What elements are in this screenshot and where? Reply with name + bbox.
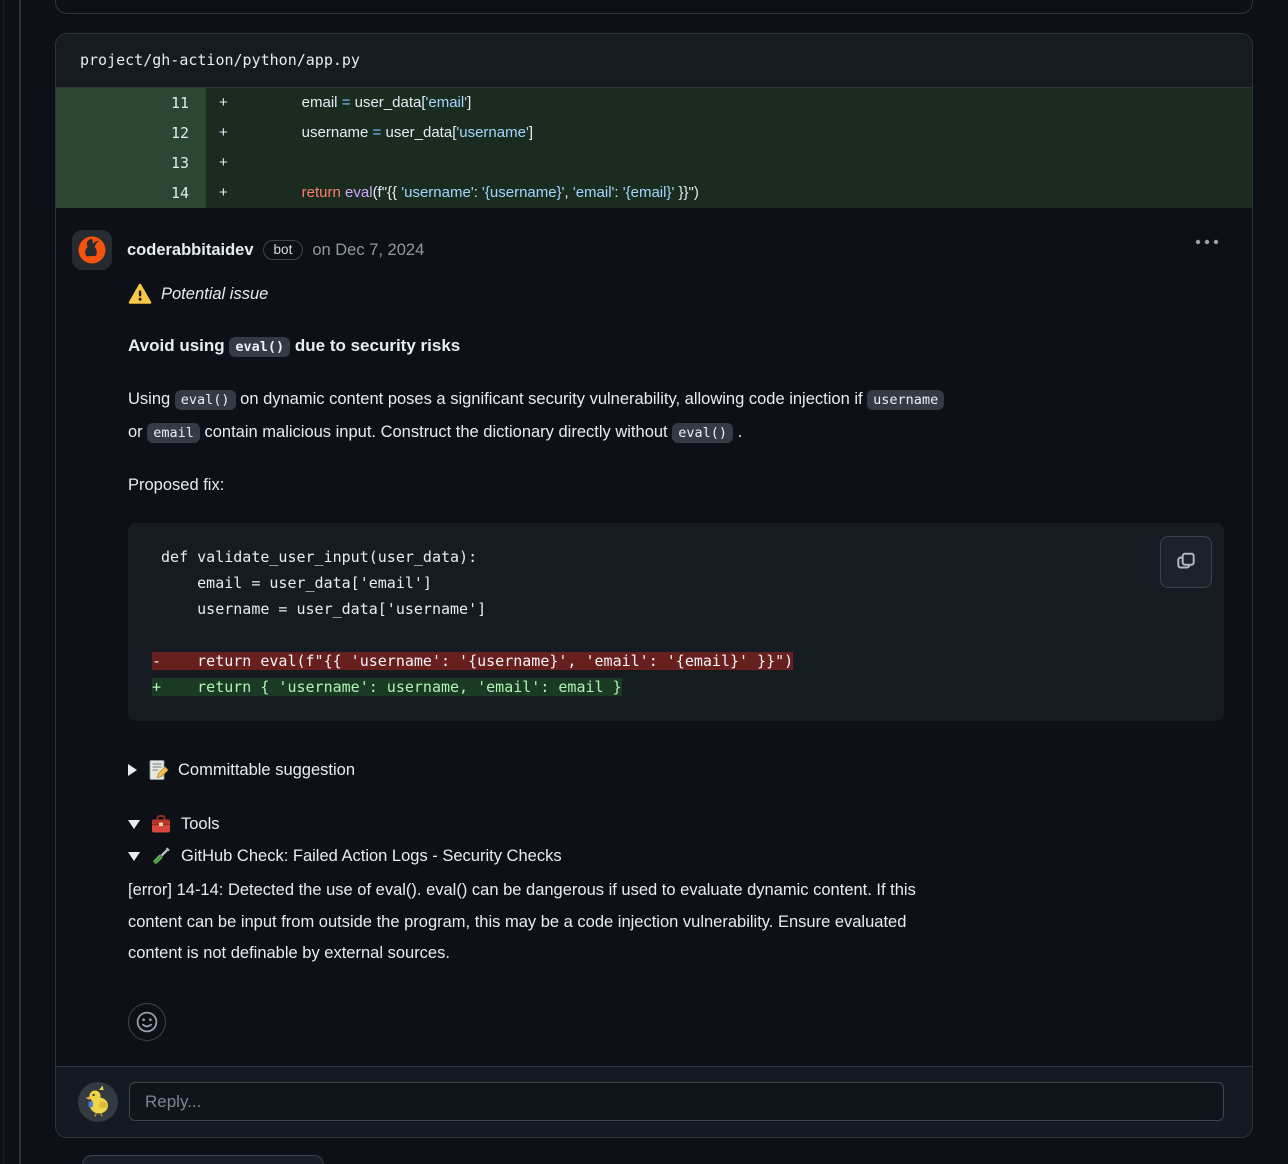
issue-description: Using eval() on dynamic content poses a … bbox=[128, 383, 1224, 449]
copy-button[interactable] bbox=[1160, 536, 1212, 588]
user-avatar bbox=[78, 1082, 118, 1122]
github-pr-review-page: project/gh-action/python/app.py 11+ emai… bbox=[0, 0, 1288, 1164]
description-line: or email contain malicious input. Constr… bbox=[128, 416, 1224, 449]
error-text-line: content can be input from outside the pr… bbox=[128, 907, 1224, 939]
triangle-down-icon bbox=[128, 820, 140, 829]
proposed-fix-label: Proposed fix: bbox=[128, 473, 1224, 497]
text-run: Avoid using bbox=[128, 336, 229, 355]
diff-row: 11+ email = user_data['email'] bbox=[56, 88, 1252, 118]
collapsible-sections: Committable suggestion Tools GitHub Check:… bbox=[128, 757, 1224, 869]
collapsible-committable[interactable]: Committable suggestion bbox=[128, 757, 1224, 783]
diff-line-number[interactable]: 13 bbox=[56, 148, 206, 178]
copy-icon bbox=[1175, 551, 1197, 573]
coderabbit-avatar[interactable] bbox=[72, 230, 112, 270]
reply-input[interactable] bbox=[129, 1082, 1224, 1121]
diff-line-number[interactable]: 12 bbox=[56, 118, 206, 148]
suggestion-line: email = user_data['email'] bbox=[152, 570, 1224, 596]
error-text-line: [error] 14-14: Detected the use of eval(… bbox=[128, 875, 1224, 907]
collapsible-tools[interactable]: Tools bbox=[128, 811, 1224, 837]
toolbox-icon bbox=[150, 813, 172, 835]
text-run: . bbox=[733, 423, 742, 441]
thread-left-border bbox=[19, 0, 21, 1164]
diff-code-line: + email = user_data['email'] bbox=[206, 88, 1252, 118]
diff-add-sign: + bbox=[219, 88, 285, 118]
suggestion-line: + return { 'username': username, 'email'… bbox=[152, 674, 1224, 700]
diff-code-line: + return eval(f"{{ 'username': '{usernam… bbox=[206, 178, 1252, 208]
suggestion-code-block: def validate_user_input(user_data): emai… bbox=[128, 523, 1224, 721]
suggestion-lines: def validate_user_input(user_data): emai… bbox=[152, 544, 1224, 700]
review-comment: coderabbitaidev bot on Dec 7, 2024 Poten… bbox=[56, 208, 1252, 1041]
issue-heading: Avoid using eval() due to security risks bbox=[128, 336, 1224, 356]
inline-code: username bbox=[867, 390, 944, 410]
text-run: due to security risks bbox=[290, 336, 460, 355]
text-run: on dynamic content poses a significant s… bbox=[236, 390, 868, 408]
diff-add-sign: + bbox=[219, 148, 285, 178]
inline-code: eval() bbox=[229, 337, 290, 357]
diff-add-sign: + bbox=[219, 178, 285, 208]
comment-author[interactable]: coderabbitaidev bbox=[127, 241, 254, 260]
potential-issue-label: Potential issue bbox=[161, 285, 268, 304]
memo-icon bbox=[147, 759, 169, 781]
collapsible-label: Committable suggestion bbox=[178, 761, 355, 780]
text-run: or bbox=[128, 423, 147, 441]
diff-row: 14+ return eval(f"{{ 'username': '{usern… bbox=[56, 178, 1252, 208]
triangle-right-icon bbox=[128, 764, 137, 776]
inline-code: eval() bbox=[672, 423, 733, 443]
triangle-down-icon bbox=[128, 852, 140, 861]
diff-code-line: + username = user_data['username'] bbox=[206, 118, 1252, 148]
smiley-icon bbox=[135, 1010, 159, 1034]
add-reaction-button[interactable] bbox=[128, 1003, 166, 1041]
reply-bar bbox=[56, 1066, 1252, 1137]
collapsible-label: GitHub Check: Failed Action Logs - Secur… bbox=[181, 847, 562, 866]
warning-icon bbox=[128, 283, 152, 305]
diff-row: 13 + bbox=[56, 148, 1252, 178]
text-run: contain malicious input. Construct the d… bbox=[200, 423, 672, 441]
suggestion-line bbox=[152, 622, 1224, 648]
suggestion-line: - return eval(f"{{ 'username': '{usernam… bbox=[152, 648, 1224, 674]
inline-code: eval() bbox=[175, 390, 236, 410]
review-comment-card: project/gh-action/python/app.py 11+ emai… bbox=[55, 33, 1253, 1138]
text-run: Using bbox=[128, 390, 175, 408]
diff-row: 12+ username = user_data['username'] bbox=[56, 118, 1252, 148]
error-text-line: content is not definable by external sou… bbox=[128, 938, 1224, 970]
potential-issue-row: Potential issue bbox=[128, 283, 1224, 305]
collapsible-label: Tools bbox=[181, 815, 220, 834]
diff-hunk: 11+ email = user_data['email']12+ userna… bbox=[56, 88, 1252, 208]
left-edge-divider bbox=[3, 0, 4, 1164]
comment-header: coderabbitaidev bot on Dec 7, 2024 bbox=[72, 230, 1224, 270]
diff-line-number[interactable]: 11 bbox=[56, 88, 206, 118]
comment-body: Avoid using eval() due to security risks… bbox=[128, 336, 1224, 1041]
diff-code-line: + bbox=[206, 148, 1252, 178]
screwdriver-icon bbox=[150, 845, 172, 867]
suggestion-line: username = user_data['username'] bbox=[152, 596, 1224, 622]
bot-badge: bot bbox=[263, 240, 304, 260]
collapsible-github[interactable]: GitHub Check: Failed Action Logs - Secur… bbox=[128, 843, 1224, 869]
suggestion-line: def validate_user_input(user_data): bbox=[152, 544, 1224, 570]
diff-add-sign: + bbox=[219, 118, 285, 148]
kebab-menu-icon[interactable] bbox=[1190, 234, 1224, 250]
inline-code: email bbox=[147, 423, 200, 443]
file-header: project/gh-action/python/app.py bbox=[56, 34, 1252, 88]
description-line: Using eval() on dynamic content poses a … bbox=[128, 383, 1224, 416]
previous-card-partial bbox=[55, 0, 1253, 14]
comment-timestamp[interactable]: on Dec 7, 2024 bbox=[312, 241, 424, 260]
diff-line-number[interactable]: 14 bbox=[56, 178, 206, 208]
file-path: project/gh-action/python/app.py bbox=[80, 51, 360, 69]
next-element-partial[interactable] bbox=[82, 1155, 324, 1164]
check-error-text: [error] 14-14: Detected the use of eval(… bbox=[128, 875, 1224, 970]
